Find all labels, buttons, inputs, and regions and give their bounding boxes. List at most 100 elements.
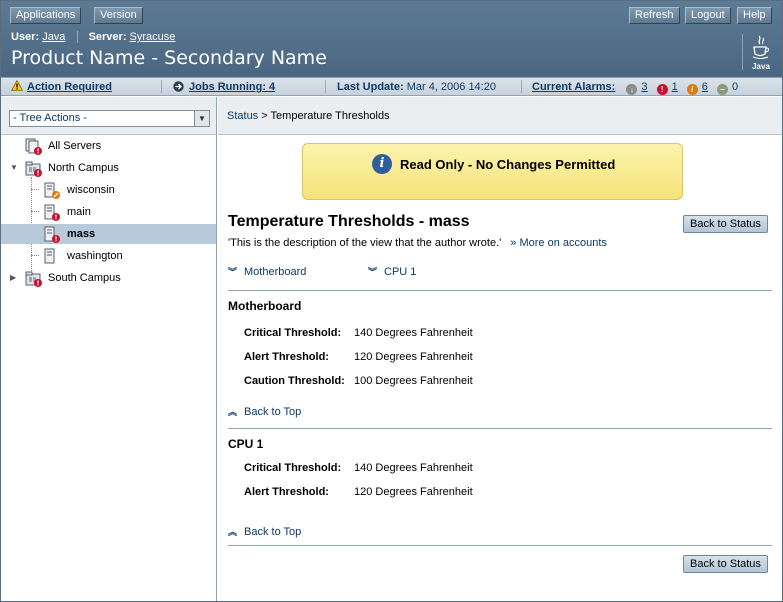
jump-link-motherboard[interactable]: ︾ Motherboard — [228, 265, 306, 278]
property-label: Alert Threshold: — [244, 351, 329, 363]
property-label: Critical Threshold: — [244, 462, 342, 474]
server-critical-alarm-icon — [44, 226, 60, 243]
tree-item-north-campus[interactable]: ▼ North Campus — [1, 158, 216, 178]
more-on-accounts-link[interactable]: » More on accounts — [510, 237, 607, 249]
tree-item-label: wisconsin — [67, 184, 115, 196]
action-required[interactable]: Action Required — [10, 79, 112, 94]
property-value: 100 Degrees Fahrenheit — [354, 375, 473, 387]
down-alarm-icon: ↓ — [626, 84, 638, 95]
server-group-icon — [25, 138, 42, 155]
minor-alarm-icon: – — [716, 84, 728, 95]
double-chevron-right-icon: » — [510, 237, 517, 249]
server-icon — [44, 248, 55, 264]
product-name: Product Name - Secondary Name — [11, 47, 327, 69]
java-cup-icon — [752, 35, 770, 60]
server-label: Server: — [88, 31, 127, 43]
action-required-link[interactable]: Action Required — [27, 81, 112, 93]
status-divider — [161, 80, 162, 93]
back-to-top-link[interactable]: ︽ Back to Top — [228, 525, 301, 538]
section-divider — [228, 428, 772, 429]
warning-icon — [10, 79, 24, 91]
tree-item-main[interactable]: main — [1, 202, 216, 222]
campus-folder-icon — [25, 271, 42, 287]
more-link-label: More on accounts — [519, 237, 607, 249]
java-logo-text: Java — [752, 62, 770, 71]
back-to-top-label: Back to Top — [244, 406, 302, 418]
user-server-divider — [76, 31, 78, 44]
section-title-motherboard: Motherboard — [228, 299, 302, 313]
property-label: Caution Threshold: — [244, 375, 345, 387]
back-to-top-link[interactable]: ︽ Back to Top — [228, 405, 301, 418]
major-alarm-count[interactable]: 6 — [702, 81, 708, 93]
app-window: Applications Version Refresh Logout Help… — [0, 0, 783, 602]
back-to-status-button[interactable]: Back to Status — [683, 215, 768, 233]
version-button[interactable]: Version — [94, 7, 143, 24]
minor-alarm-count: 0 — [731, 81, 739, 93]
critical-alarm-icon: ! — [656, 84, 668, 95]
tree-item-label: All Servers — [48, 140, 102, 152]
navigation-tree-pane: - Tree Actions - ▼ All Servers ▼ North C… — [1, 97, 217, 601]
critical-alarm-count[interactable]: 1 — [672, 81, 678, 93]
server-major-alarm-icon — [44, 182, 60, 199]
collapsed-triangle-icon[interactable]: ▶ — [10, 268, 20, 288]
tree-item-label: mass — [67, 228, 96, 240]
tree-item-label: North Campus — [48, 162, 119, 174]
double-chevron-up-icon: ︽ — [228, 527, 238, 537]
jump-link-label: CPU 1 — [384, 266, 417, 278]
property-value: 120 Degrees Fahrenheit — [354, 486, 473, 498]
masthead: Applications Version Refresh Logout Help… — [1, 1, 782, 77]
section-divider — [228, 545, 772, 546]
tree-item-washington[interactable]: washington — [1, 246, 216, 266]
section-divider — [228, 290, 772, 291]
refresh-button[interactable]: Refresh — [629, 7, 680, 24]
jobs-running-link[interactable]: Jobs Running: 4 — [189, 81, 275, 93]
tree-item-all-servers[interactable]: All Servers — [1, 136, 216, 156]
double-chevron-up-icon: ︽ — [228, 407, 238, 417]
dropdown-arrow-icon[interactable]: ▼ — [194, 111, 209, 126]
logo-divider — [742, 34, 743, 70]
status-bar: Action Required Jobs Running: 4 Last Upd… — [1, 77, 782, 96]
jobs-running[interactable]: Jobs Running: 4 — [173, 80, 275, 94]
last-update-label: Last Update: — [337, 81, 404, 93]
status-divider — [325, 80, 326, 93]
arrow-right-icon — [173, 81, 184, 92]
jump-link-label: Motherboard — [244, 266, 307, 278]
tree-item-label: washington — [67, 250, 123, 262]
tree-item-south-campus[interactable]: ▶ South Campus — [1, 268, 216, 288]
alert-message: Read Only - No Changes Permitted — [400, 157, 616, 172]
campus-folder-icon — [25, 161, 42, 177]
user-server-info: User: Java Server: Syracuse — [11, 31, 176, 44]
info-icon: i — [372, 154, 392, 174]
current-alarms-link[interactable]: Current Alarms: — [532, 81, 615, 93]
page-title: Temperature Thresholds - mass — [228, 213, 470, 230]
major-alarm-icon: / — [686, 84, 698, 95]
back-to-top-label: Back to Top — [244, 526, 302, 538]
property-label: Critical Threshold: — [244, 327, 342, 339]
server-link[interactable]: Syracuse — [130, 31, 176, 43]
user-link[interactable]: Java — [42, 31, 65, 43]
content-pane: Status > Temperature Thresholds i Read O… — [218, 97, 782, 601]
tree-actions-label: - Tree Actions - — [13, 112, 87, 124]
applications-button[interactable]: Applications — [10, 7, 82, 24]
breadcrumb-status-link[interactable]: Status — [227, 110, 258, 122]
double-chevron-down-icon: ︾ — [228, 267, 238, 277]
breadcrumb-separator: > — [261, 110, 268, 122]
expanded-triangle-icon[interactable]: ▼ — [10, 158, 20, 178]
tree-item-mass[interactable]: mass — [1, 224, 216, 244]
tree-toolbar: - Tree Actions - ▼ — [1, 97, 216, 135]
status-divider — [521, 80, 522, 93]
current-alarms: Current Alarms: ↓ 3 ! 1 / 6 –0 — [532, 80, 744, 95]
help-button[interactable]: Help — [737, 7, 772, 24]
tree-item-wisconsin[interactable]: wisconsin — [1, 180, 216, 200]
jump-link-cpu[interactable]: ︾ CPU 1 — [368, 265, 416, 278]
tree-actions-select[interactable]: - Tree Actions - ▼ — [9, 110, 210, 127]
back-to-status-button-bottom[interactable]: Back to Status — [683, 555, 768, 573]
tree-item-label: South Campus — [48, 272, 121, 284]
section-title-cpu: CPU 1 — [228, 437, 264, 451]
down-alarm-count[interactable]: 3 — [641, 81, 647, 93]
read-only-alert: i Read Only - No Changes Permitted — [302, 143, 683, 200]
property-value: 140 Degrees Fahrenheit — [354, 462, 473, 474]
server-critical-alarm-icon — [44, 204, 60, 221]
property-value: 120 Degrees Fahrenheit — [354, 351, 473, 363]
logout-button[interactable]: Logout — [685, 7, 731, 24]
